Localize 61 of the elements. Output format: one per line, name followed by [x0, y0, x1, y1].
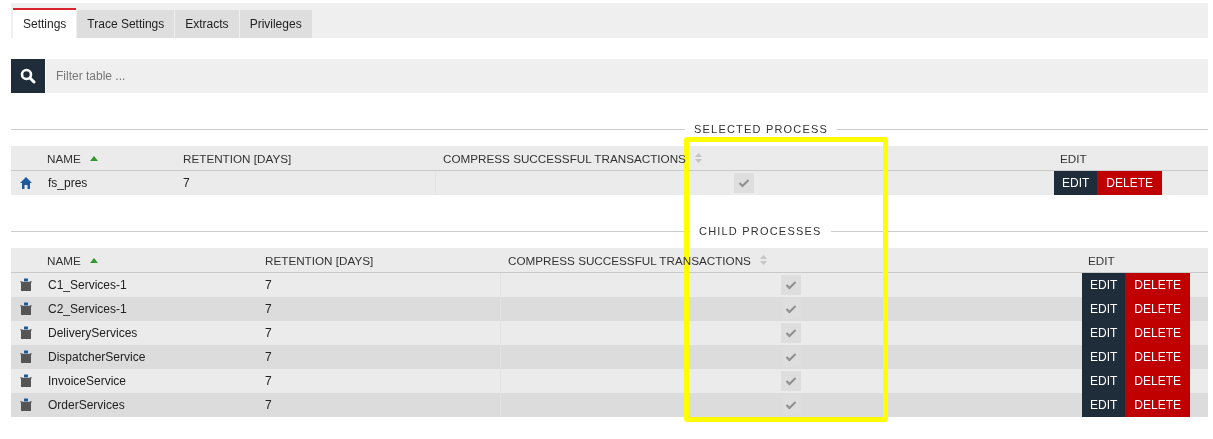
box-icon	[18, 350, 33, 364]
edit-button[interactable]: EDIT	[1082, 321, 1126, 345]
box-icon	[18, 398, 33, 412]
delete-button[interactable]: DELETE	[1125, 345, 1191, 369]
table-cell: 7	[175, 171, 435, 195]
checkbox[interactable]	[780, 371, 801, 391]
column-header[interactable]: NAME	[47, 151, 81, 165]
table-cell: 7	[257, 345, 500, 369]
column-header[interactable]: NAME	[47, 253, 81, 267]
delete-button[interactable]: DELETE	[1097, 171, 1163, 195]
search-button[interactable]	[11, 59, 45, 93]
checkbox[interactable]	[780, 323, 801, 343]
checkmark-icon	[784, 376, 797, 386]
edit-button[interactable]: EDIT	[1082, 345, 1126, 369]
section-title: SELECTED PROCESS	[685, 122, 838, 136]
edit-button[interactable]: EDIT	[1082, 297, 1126, 321]
checkmark-icon	[784, 400, 797, 410]
table-cell: 7	[257, 393, 500, 417]
table-cell: 7	[257, 297, 500, 321]
edit-button[interactable]: EDIT	[1054, 171, 1098, 195]
table-cell: OrderServices	[40, 393, 257, 417]
box-icon	[18, 278, 33, 292]
checkmark-icon	[784, 304, 797, 314]
delete-button[interactable]: DELETE	[1125, 273, 1191, 297]
tab[interactable]: Privileges	[239, 10, 312, 38]
table-cell: C1_Services-1	[40, 273, 257, 297]
column-header[interactable]: RETENTION [DAYS]	[183, 151, 292, 165]
edit-button[interactable]: EDIT	[1082, 393, 1126, 417]
edit-button[interactable]: EDIT	[1082, 273, 1126, 297]
delete-button[interactable]: DELETE	[1125, 393, 1191, 417]
table-cell: 7	[257, 369, 500, 393]
tab[interactable]: Extracts	[175, 10, 239, 38]
table-cell: DeliveryServices	[40, 321, 257, 345]
delete-button[interactable]: DELETE	[1125, 369, 1191, 393]
checkbox[interactable]	[780, 275, 801, 295]
table-cell: fs_pres	[40, 171, 175, 195]
checkmark-icon	[784, 328, 797, 338]
table-cell: 7	[257, 273, 500, 297]
tab[interactable]: Trace Settings	[77, 10, 175, 38]
table-cell: 7	[257, 321, 500, 345]
delete-button[interactable]: DELETE	[1125, 321, 1191, 345]
checkmark-icon	[738, 178, 750, 188]
tab[interactable]: Settings	[13, 8, 77, 38]
table-cell: C2_Services-1	[40, 297, 257, 321]
column-header[interactable]: EDIT	[1060, 151, 1087, 165]
column-header[interactable]: RETENTION [DAYS]	[265, 253, 374, 267]
table-cell: DispatcherService	[40, 345, 257, 369]
section-title: CHILD PROCESSES	[690, 224, 831, 238]
checkmark-icon	[784, 280, 797, 290]
filter-field[interactable]: Filter table ...	[46, 59, 1208, 93]
box-icon	[18, 374, 33, 388]
home-icon	[18, 176, 33, 190]
delete-button[interactable]: DELETE	[1125, 297, 1191, 321]
box-icon	[18, 326, 33, 340]
box-icon	[18, 302, 33, 316]
search-icon	[20, 68, 36, 84]
edit-button[interactable]: EDIT	[1082, 369, 1126, 393]
checkmark-icon	[784, 352, 797, 362]
checkbox[interactable]	[734, 173, 754, 193]
column-header[interactable]: EDIT	[1088, 253, 1115, 267]
table-cell: InvoiceService	[40, 369, 257, 393]
